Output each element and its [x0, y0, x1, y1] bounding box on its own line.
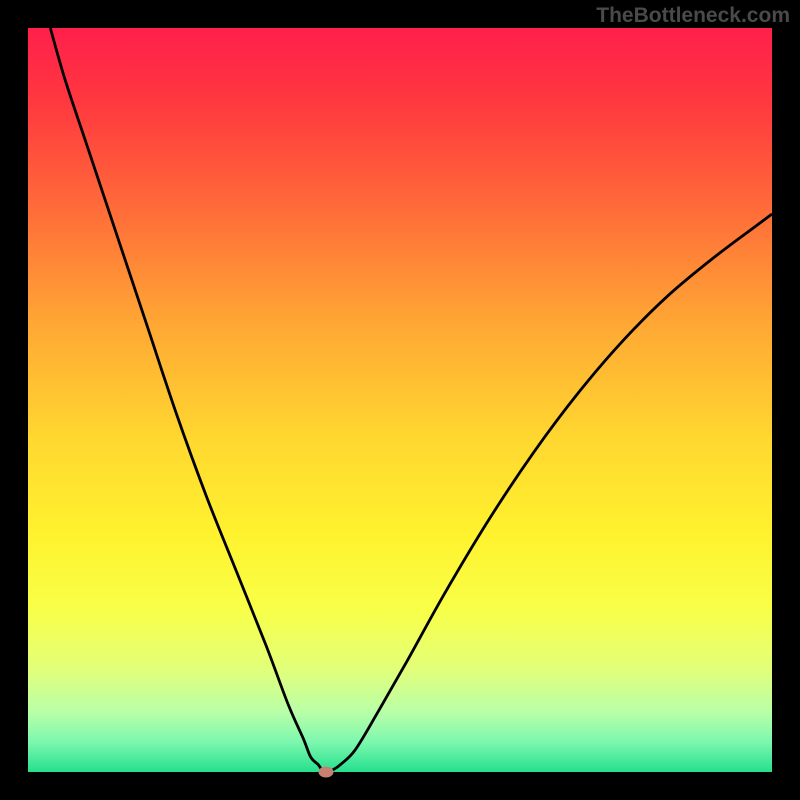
chart-container: TheBottleneck.com — [0, 0, 800, 800]
plot-frame — [28, 28, 772, 772]
gradient-background — [28, 28, 772, 772]
watermark-text: TheBottleneck.com — [596, 4, 790, 28]
optimum-marker — [318, 767, 333, 778]
plot-svg — [28, 28, 772, 772]
